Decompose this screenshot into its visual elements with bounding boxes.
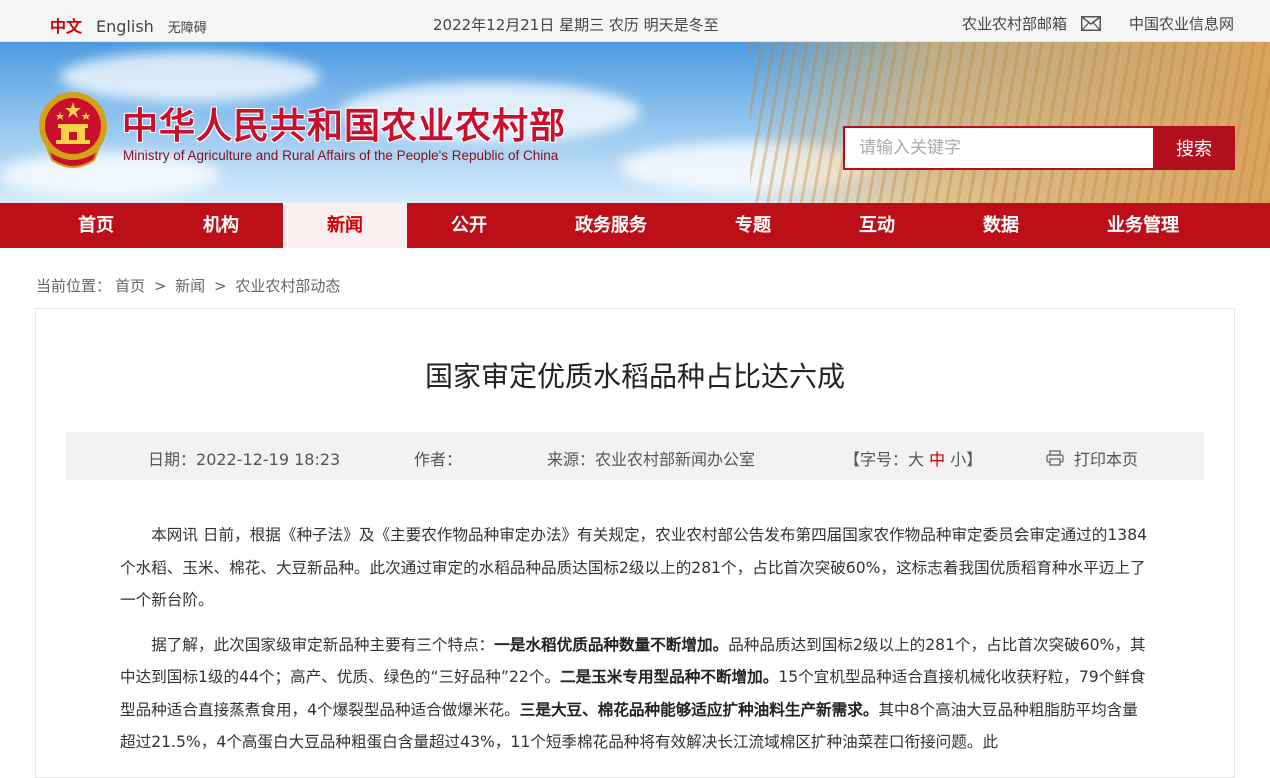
nav-item-label: 首页 (78, 215, 114, 236)
nav-item-interaction[interactable]: 互动 (815, 203, 939, 248)
breadcrumb-home[interactable]: 首页 (115, 277, 145, 295)
national-emblem-logo[interactable] (36, 88, 110, 168)
mailbox-link[interactable]: 农业农村部邮箱 (962, 13, 1067, 34)
author-label: 作者： (414, 450, 463, 469)
article-paragraph: 本网讯 日前，根据《种子法》及《主要农作物品种审定办法》有关规定，农业农村部公告… (120, 526, 1148, 609)
nav-item-gov-services[interactable]: 政务服务 (531, 203, 691, 248)
date-text: 2022年12月21日 星期三 农历 明天是冬至 (433, 16, 719, 34)
source-name: 农业农村部新闻办公室 (595, 450, 756, 469)
breadcrumb-separator: > (213, 277, 227, 295)
breadcrumb-news[interactable]: 新闻 (175, 277, 205, 295)
font-size-small-button[interactable]: 小 (950, 450, 966, 469)
main-nav: 首页 机构 新闻 公开 政务服务 专题 互动 数据 业务管理 (0, 203, 1270, 248)
breadcrumb-separator: > (153, 277, 167, 295)
nav-item-label: 机构 (203, 215, 239, 236)
font-size-medium-button[interactable]: 中 (929, 450, 945, 469)
breadcrumb-prefix: 当前位置： (36, 277, 112, 295)
source-meta: 来源：农业农村部新闻办公室 (547, 446, 755, 470)
print-page-button[interactable]: 打印本页 (1046, 446, 1138, 470)
text-segment: 据了解，此次国家级审定新品种主要有三个特点： (151, 635, 495, 654)
search-input[interactable] (843, 126, 1153, 170)
header-banner: 中华人民共和国农业农村部 Ministry of Agriculture and… (0, 42, 1270, 203)
agri-info-net-link[interactable]: 中国农业信息网 (1129, 13, 1234, 34)
nav-item-disclosure[interactable]: 公开 (407, 203, 531, 248)
article-meta-bar: 日期：2022-12-19 18:23 作者： 来源：农业农村部新闻办公室 【字… (66, 432, 1204, 480)
nav-item-label: 政务服务 (575, 215, 647, 236)
author-meta: 作者： (414, 446, 462, 470)
lang-english-link[interactable]: English (96, 17, 154, 36)
nav-item-organization[interactable]: 机构 (159, 203, 283, 248)
nav-item-label: 新闻 (327, 215, 363, 236)
publish-date: 2022-12-19 18:23 (196, 450, 341, 469)
bold-highlight: 二是玉米专用型品种不断增加。 (560, 668, 779, 686)
nav-item-label: 业务管理 (1107, 215, 1179, 236)
font-size-bracket: 】 (966, 450, 983, 469)
bold-highlight: 三是大豆、棉花品种能够适应扩种油料生产新需求。 (519, 700, 879, 719)
article-container: 国家审定优质水稻品种占比达六成 日期：2022-12-19 18:23 作者： … (35, 308, 1235, 778)
wheat-field-image (750, 42, 1270, 203)
search-button[interactable]: 搜索 (1153, 126, 1235, 170)
mail-icon[interactable] (1080, 16, 1101, 31)
nav-item-label: 数据 (983, 215, 1019, 236)
search-box: 搜索 (843, 126, 1235, 170)
lang-chinese-link[interactable]: 中文 (50, 13, 82, 37)
site-subtitle-en: Ministry of Agriculture and Rural Affair… (123, 148, 559, 163)
language-switcher: 中文 English 无障碍 (50, 13, 207, 37)
article-paragraph: 据了解，此次国家级审定新品种主要有三个特点：一是水稻优质品种数量不断增加。品种品… (120, 629, 1152, 759)
date-meta: 日期：2022-12-19 18:23 (148, 446, 340, 470)
nav-item-topics[interactable]: 专题 (691, 203, 815, 248)
nav-item-home[interactable]: 首页 (47, 203, 145, 248)
font-size-controls: 【字号：大 中 小】 (844, 446, 982, 470)
top-utility-bar: 中文 English 无障碍 2022年12月21日 星期三 农历 明天是冬至 … (0, 0, 1270, 42)
breadcrumb: 当前位置： 首页 > 新闻 > 农业农村部动态 (36, 275, 344, 296)
nav-item-data[interactable]: 数据 (939, 203, 1063, 248)
font-size-large-button[interactable]: 大 (908, 450, 924, 469)
printer-icon (1046, 450, 1064, 466)
site-title[interactable]: 中华人民共和国农业农村部 (122, 97, 566, 149)
print-label: 打印本页 (1074, 450, 1139, 469)
nav-item-news[interactable]: 新闻 (283, 203, 407, 248)
nav-item-business-mgmt[interactable]: 业务管理 (1063, 203, 1223, 248)
nav-item-label: 公开 (451, 215, 487, 236)
top-right-links: 农业农村部邮箱 中国农业信息网 (962, 13, 1234, 34)
source-label: 来源： (547, 450, 596, 469)
accessibility-link[interactable]: 无障碍 (168, 17, 207, 36)
bold-highlight: 一是水稻优质品种数量不断增加。 (494, 635, 729, 654)
article-body: 本网讯 日前，根据《种子法》及《主要农作物品种审定办法》有关规定，农业农村部公告… (120, 519, 1152, 771)
nav-item-label: 专题 (735, 215, 771, 236)
breadcrumb-current[interactable]: 农业农村部动态 (235, 277, 340, 295)
article-title: 国家审定优质水稻品种占比达六成 (424, 360, 845, 393)
nav-item-label: 互动 (859, 215, 895, 236)
font-size-label: 【字号： (844, 450, 909, 469)
date-label: 日期： (148, 450, 197, 469)
